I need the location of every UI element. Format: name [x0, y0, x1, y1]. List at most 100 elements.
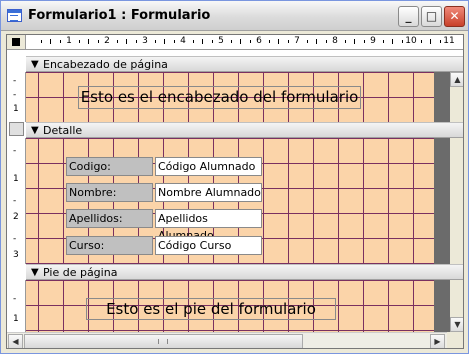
- resize-corner[interactable]: [447, 332, 463, 348]
- field-label-nombre[interactable]: Nombre:: [66, 183, 153, 202]
- ruler-mark: -: [13, 146, 17, 156]
- scroll-right-button[interactable]: ▶: [430, 334, 445, 348]
- ruler-tick: [249, 40, 251, 43]
- window-title: Formulario1 : Formulario: [28, 8, 211, 23]
- field-textbox-codigo[interactable]: Código Alumnado: [155, 157, 262, 176]
- section-arrow-icon: ▼: [31, 59, 39, 70]
- form-width-strip: [434, 138, 450, 264]
- arrow-up-icon: ▲: [454, 75, 461, 84]
- header-label[interactable]: Esto es el encabezado del formulario: [78, 86, 361, 109]
- section-label-detail: Detalle: [43, 124, 83, 137]
- minimize-button[interactable]: _: [398, 6, 419, 27]
- ruler-mark: -: [13, 90, 17, 100]
- ruler-tick: [192, 40, 194, 43]
- section-arrow-icon: ▼: [31, 125, 39, 136]
- title-bar[interactable]: Formulario1 : Formulario _ □ ✕: [1, 1, 468, 31]
- footer-label[interactable]: Esto es el pie del formulario: [86, 298, 336, 320]
- horizontal-scroll-thumb[interactable]: [24, 334, 303, 348]
- ruler-tick: [306, 40, 308, 43]
- minimize-icon: _: [405, 9, 412, 23]
- ruler-tick: [344, 40, 346, 43]
- maximize-icon: □: [425, 9, 438, 23]
- footer-section-grid[interactable]: Esto es el pie del formulario: [26, 280, 434, 332]
- vertical-scroll-track[interactable]: [450, 280, 463, 317]
- design-surface: 1 2 3 4 5 6 7 8 9 10 11 ▼ Encabezado de página - -…: [6, 34, 464, 349]
- section-arrow-icon: ▼: [31, 267, 39, 278]
- ruler-tick: [439, 40, 441, 43]
- close-button[interactable]: ✕: [444, 6, 465, 27]
- arrow-down-icon: ▼: [454, 320, 461, 329]
- field-label-apellidos[interactable]: Apellidos:: [66, 209, 153, 228]
- ruler-tick: [240, 39, 241, 44]
- ruler-number: 1: [66, 36, 72, 46]
- arrow-right-icon: ▶: [434, 337, 441, 346]
- ruler-tick: [40, 40, 42, 43]
- ruler-number: 3: [142, 36, 148, 46]
- ruler-tick: [78, 40, 80, 43]
- scroll-down-button[interactable]: ▼: [450, 317, 463, 332]
- section-label-footer: Pie de página: [43, 266, 118, 279]
- ruler-tick: [401, 40, 403, 43]
- ruler-tick: [363, 40, 365, 43]
- ruler-tick: [278, 39, 279, 44]
- section-bar-detail[interactable]: ▼ Detalle: [26, 122, 463, 138]
- ruler-number: 2: [104, 36, 110, 46]
- field-label-curso[interactable]: Curso:: [66, 236, 153, 255]
- ruler-tick: [354, 39, 355, 44]
- ruler-tick: [202, 39, 203, 44]
- vertical-ruler-header[interactable]: - - 1: [7, 72, 26, 122]
- field-textbox-nombre[interactable]: Nombre Alumnado: [155, 183, 262, 202]
- ruler-number: 7: [294, 36, 300, 46]
- form-width-strip: [434, 72, 450, 122]
- ruler-number: 9: [370, 36, 376, 46]
- ruler-tick: [430, 39, 431, 44]
- form-selector[interactable]: [7, 35, 26, 50]
- detail-section-grid[interactable]: Codigo: Código Alumnado Nombre: Nombre A…: [26, 138, 434, 264]
- ruler-tick: [164, 39, 165, 44]
- section-bar-footer[interactable]: ▼ Pie de página: [26, 264, 463, 280]
- ruler-mark: 2: [13, 212, 19, 222]
- form-design-window: Formulario1 : Formulario _ □ ✕ 1 2 3 4 5 6 7 8 9…: [0, 0, 469, 354]
- vertical-ruler-detail[interactable]: - 1 - 2 - 3: [7, 138, 26, 264]
- ruler-tick: [211, 40, 213, 43]
- section-marker: [9, 122, 24, 136]
- scroll-up-button[interactable]: ▲: [450, 72, 463, 87]
- field-label-codigo[interactable]: Codigo:: [66, 157, 153, 176]
- vertical-scroll-track[interactable]: [450, 87, 463, 122]
- horizontal-scrollbar[interactable]: ◀ ▶: [7, 332, 447, 348]
- ruler-tick: [59, 40, 61, 43]
- ruler-mark: -: [13, 294, 17, 304]
- vertical-ruler-footer[interactable]: - 1: [7, 280, 26, 332]
- ruler-tick: [116, 40, 118, 43]
- ruler-number: 5: [218, 36, 224, 46]
- field-textbox-apellidos[interactable]: Apellidos Alumnado: [155, 209, 262, 242]
- header-section-grid[interactable]: Esto es el encabezado del formulario: [26, 72, 434, 122]
- ruler-tick: [154, 40, 156, 43]
- field-textbox-curso[interactable]: Código Curso: [155, 236, 262, 255]
- ruler-mark: 1: [13, 314, 19, 324]
- ruler-tick: [135, 40, 137, 43]
- ruler-mark: -: [13, 234, 17, 244]
- ruler-tick: [392, 39, 393, 44]
- ruler-tick: [230, 40, 232, 43]
- section-label-header: Encabezado de página: [43, 58, 168, 71]
- section-bar-header[interactable]: ▼ Encabezado de página: [26, 56, 463, 72]
- form-icon: [7, 9, 22, 22]
- horizontal-ruler[interactable]: 1 2 3 4 5 6 7 8 9 10 11: [26, 35, 463, 50]
- ruler-number: 6: [256, 36, 262, 46]
- ruler-tick: [382, 40, 384, 43]
- scroll-left-button[interactable]: ◀: [8, 334, 23, 348]
- ruler-tick: [287, 40, 289, 43]
- ruler-number: 4: [180, 36, 186, 46]
- arrow-left-icon: ◀: [12, 337, 19, 346]
- ruler-mark: 1: [13, 174, 19, 184]
- ruler-number: 11: [443, 36, 455, 46]
- ruler-tick: [126, 39, 127, 44]
- ruler-mark: 3: [13, 250, 19, 260]
- maximize-button[interactable]: □: [421, 6, 442, 27]
- ruler-number: 8: [332, 36, 338, 46]
- ruler-mark: 1: [13, 104, 19, 114]
- ruler-tick: [268, 40, 270, 43]
- vertical-scroll-track[interactable]: [450, 138, 463, 264]
- ruler-number: 10: [405, 36, 417, 46]
